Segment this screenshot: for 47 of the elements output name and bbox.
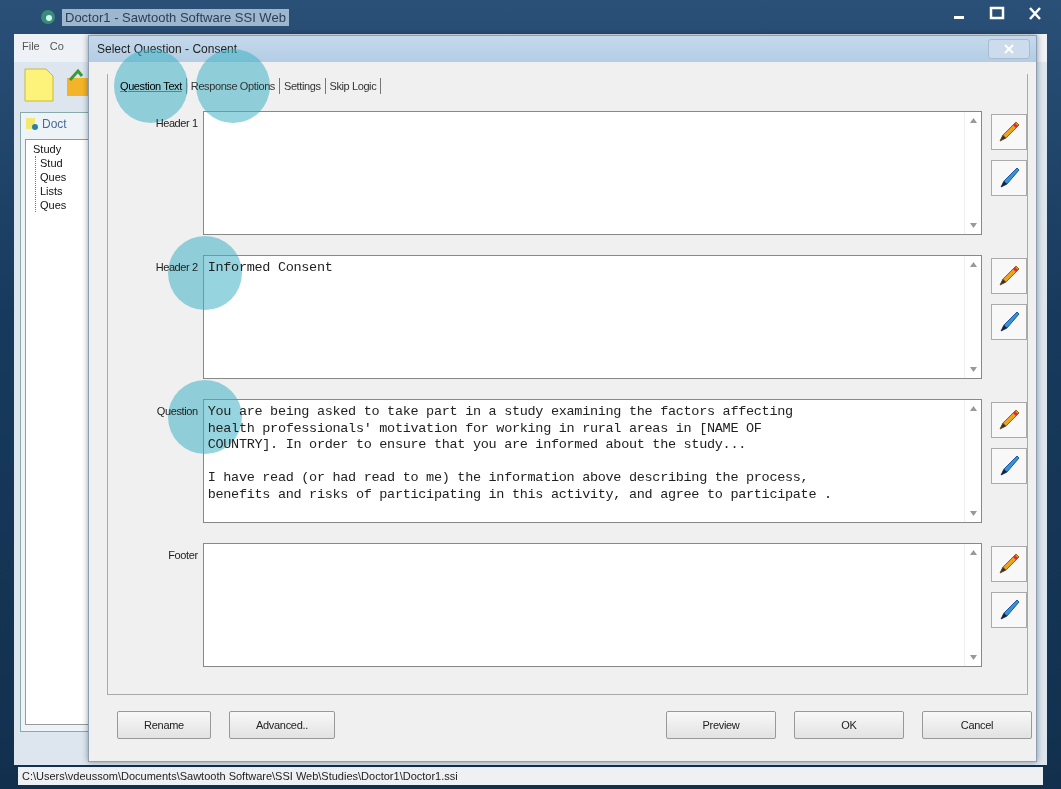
field-label: Footer bbox=[168, 549, 198, 561]
scroll-down-icon[interactable] bbox=[969, 223, 977, 228]
status-bar: C:\Users\vdeussom\Documents\Sawtooth Software\SSI Web\Studies\Doctor1\Doctor1.ssi bbox=[18, 767, 1043, 785]
dialog-title: Select Question - Consent bbox=[97, 42, 238, 56]
field-label: Header 1 bbox=[155, 117, 198, 129]
pencil-button[interactable] bbox=[991, 546, 1027, 582]
pencil-icon bbox=[996, 119, 1022, 145]
dialog-button[interactable]: Rename bbox=[117, 711, 211, 739]
pencil-button[interactable] bbox=[991, 258, 1027, 294]
brush-button[interactable] bbox=[991, 304, 1027, 340]
field-label: Header 2 bbox=[155, 261, 198, 273]
scroll-up-icon[interactable] bbox=[969, 118, 977, 123]
scroll-down-icon[interactable] bbox=[969, 511, 977, 516]
close-button[interactable] bbox=[988, 39, 1030, 59]
tab[interactable]: Question Text bbox=[116, 78, 187, 94]
pencil-button[interactable] bbox=[991, 402, 1027, 438]
folder-icon[interactable] bbox=[66, 68, 88, 98]
brush-button[interactable] bbox=[991, 592, 1027, 628]
scroll-down-icon[interactable] bbox=[969, 655, 977, 660]
text-area[interactable] bbox=[202, 399, 982, 523]
dialog-button[interactable]: OK bbox=[794, 711, 904, 739]
close-icon bbox=[1004, 44, 1014, 54]
panel-title: Doct bbox=[42, 117, 67, 131]
study-icon bbox=[25, 117, 39, 131]
pencil-icon bbox=[996, 551, 1022, 577]
pencil-button[interactable] bbox=[991, 114, 1027, 150]
field-label: Question bbox=[156, 405, 198, 417]
brush-button[interactable] bbox=[991, 448, 1027, 484]
brush-button[interactable] bbox=[991, 160, 1027, 196]
pencil-icon bbox=[996, 263, 1022, 289]
dialog-button[interactable]: Cancel bbox=[922, 711, 1032, 739]
tab[interactable]: Settings bbox=[279, 78, 326, 94]
app-icon bbox=[40, 9, 56, 25]
pencil-icon bbox=[996, 407, 1022, 433]
scroll-up-icon[interactable] bbox=[969, 550, 977, 555]
scroll-up-icon[interactable] bbox=[969, 406, 977, 411]
scroll-up-icon[interactable] bbox=[969, 262, 977, 267]
dialog-button[interactable]: Advanced.. bbox=[229, 711, 335, 739]
menu-item[interactable]: File bbox=[22, 40, 40, 56]
scroll-down-icon[interactable] bbox=[969, 367, 977, 372]
tab[interactable]: Skip Logic bbox=[325, 78, 382, 94]
field-text: You are being asked to take part in a study examining the factors affecting health professionals' motivation for working in rural areas in [NAME OF COUNTRY]. In order to ensure that you are informed about the study... I have read (or had read to me) the information above describing the process, benefits and risks of participating in this activity, and agree to participate . bbox=[207, 404, 832, 502]
menu-item[interactable]: Co bbox=[49, 40, 64, 56]
field-text: Informed Consent bbox=[207, 260, 333, 275]
dialog-button[interactable]: Preview bbox=[666, 711, 776, 739]
text-area[interactable]: Informed Consent bbox=[202, 255, 982, 379]
window-title: Doctor1 - Sawtooth Software SSI Web bbox=[62, 8, 289, 26]
